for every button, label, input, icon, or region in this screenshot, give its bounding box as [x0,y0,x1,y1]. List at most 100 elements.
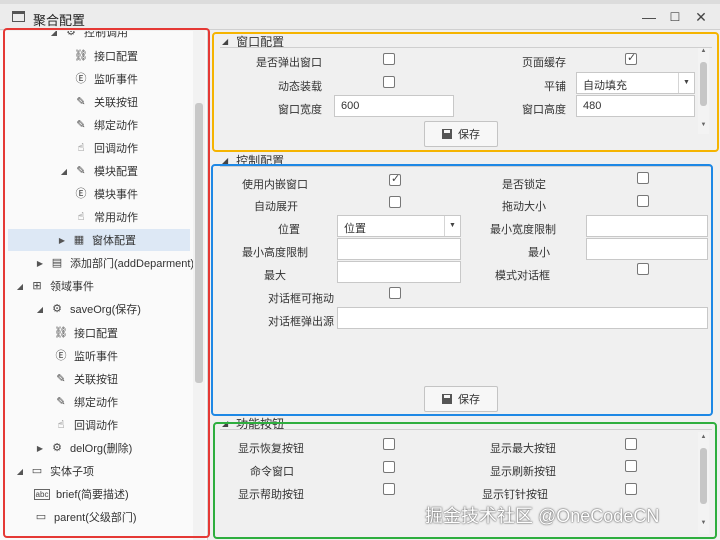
position-select[interactable]: 位置 ▼ [337,215,461,237]
tree-item[interactable]: ▭ parent(父级部门) [34,506,137,528]
tree-item[interactable]: Ⓔ 模块事件 [74,183,139,205]
tree-item[interactable]: ▶ ▤ 添加部门(addDeparment) [34,252,194,274]
popup-checkbox[interactable] [383,53,395,65]
tree-item[interactable]: ⛓ 接口配置 [74,45,138,67]
expand-arrow-icon[interactable]: ▶ [56,236,68,245]
tree-item[interactable]: ◢ ▭ 实体子项 [14,460,94,482]
divider [220,47,712,48]
collapse-arrow-icon[interactable]: ◢ [14,467,26,476]
scroll-down-icon[interactable]: ▼ [698,122,709,128]
save-icon [442,129,452,139]
min-input[interactable] [586,238,708,260]
dynamic-checkbox[interactable] [383,76,395,88]
domain-icon: ⊞ [32,280,42,292]
minimize-icon[interactable]: — [640,8,658,26]
flow-icon: ⚙ [52,442,62,454]
maximize-icon[interactable]: ☐ [666,8,684,26]
scrollbar-thumb[interactable] [700,448,707,504]
window-config-scrollbar[interactable]: ▲ ▼ [698,48,709,134]
tree-item[interactable]: ☝ 常用动作 [74,206,138,228]
tree-item[interactable]: Ⓔ 监听事件 [74,68,139,90]
embedded-checkbox[interactable] [389,172,401,186]
scroll-up-icon[interactable]: ▲ [698,434,709,440]
tree-item[interactable]: ✎ 绑定动作 [74,114,138,136]
expand-arrow-icon[interactable]: ▶ [34,444,46,453]
autoexpand-checkbox[interactable] [389,196,401,208]
close-icon[interactable]: ✕ [692,8,710,26]
tile-select[interactable]: 自动填充 ▼ [576,72,695,94]
height-input[interactable]: 480 [576,95,695,117]
module-icon: ✎ [76,165,86,177]
refresh-checkbox[interactable] [625,460,637,472]
link-icon: ⛓ [54,327,68,339]
collapse-arrow-icon[interactable]: ◢ [222,37,228,46]
expand-arrow-icon[interactable]: ▶ [34,259,46,268]
control-save-button[interactable]: 保存 [424,386,498,412]
position-label: 位置 [278,224,300,236]
dragsize-checkbox[interactable] [637,195,649,207]
locked-checkbox[interactable] [637,172,649,184]
title-bar: 聚合配置 — ☐ ✕ [0,4,720,30]
command-checkbox[interactable] [383,461,395,473]
divider [220,166,712,167]
maximize-label: 显示最大按钮 [490,443,556,455]
command-label: 命令窗口 [250,466,294,478]
width-input[interactable]: 600 [334,95,454,117]
cache-checkbox[interactable] [625,51,637,65]
divider [220,429,712,430]
draggable-label: 对话框可拖动 [268,293,334,305]
scroll-up-icon[interactable]: ▲ [698,48,709,54]
source-input[interactable] [337,307,708,329]
modal-checkbox[interactable] [637,263,649,275]
collapse-arrow-icon[interactable]: ◢ [34,305,46,314]
abc-icon: abc [34,488,50,500]
popup-label: 是否弹出窗口 [256,57,322,69]
minheight-input[interactable] [337,238,461,260]
embedded-label: 使用内嵌窗口 [242,179,308,191]
restore-checkbox[interactable] [383,438,395,450]
help-checkbox[interactable] [383,483,395,495]
pin-label: 显示钉针按钮 [482,489,548,501]
pin-checkbox[interactable] [625,483,637,495]
tree-item[interactable]: ✎ 关联按钮 [74,91,138,113]
source-label: 对话框弹出源 [268,316,334,328]
dropdown-arrow-icon[interactable]: ▼ [444,216,460,236]
scroll-down-icon[interactable]: ▼ [698,520,709,526]
tree-item[interactable]: ◢ ⊞ 领域事件 [14,275,94,297]
collapse-arrow-icon[interactable]: ◢ [222,156,228,165]
tree-item[interactable]: ◢ ⚙ 控制调用 [48,31,128,43]
draggable-checkbox[interactable] [389,287,401,299]
tree-scrollbar[interactable] [193,31,205,540]
function-buttons-scrollbar[interactable]: ▲ ▼ [698,432,709,534]
dropdown-arrow-icon[interactable]: ▼ [678,73,694,93]
link-icon: ⛓ [74,50,88,62]
tree-item[interactable]: Ⓔ 监听事件 [54,345,119,367]
edit-icon: ✎ [56,373,66,385]
tree-item[interactable]: ✎ 关联按钮 [54,368,118,390]
tree-scrollbar-thumb[interactable] [195,103,203,383]
collapse-arrow-icon[interactable]: ◢ [14,282,26,291]
minwidth-input[interactable] [586,215,708,237]
tree-item[interactable]: ▶ ⚙ delOrg(删除) [34,437,132,459]
tile-label: 平铺 [544,81,566,93]
width-label: 窗口宽度 [278,104,322,116]
collapse-arrow-icon[interactable]: ◢ [58,167,70,176]
tree-item[interactable]: ◢ ✎ 模块配置 [58,160,138,182]
collapse-arrow-icon[interactable]: ◢ [222,419,228,428]
event-icon: Ⓔ [75,188,87,200]
flow-icon: ⚙ [52,303,62,315]
tree-item[interactable]: ☝ 回调动作 [74,137,138,159]
tree-item-selected[interactable]: ▶ ▦ 窗体配置 [8,229,190,251]
tree-item[interactable]: abc brief(简要描述) [34,483,129,505]
field-icon: ▭ [35,511,47,523]
tree-item[interactable]: ◢ ⚙ saveOrg(保存) [34,298,141,320]
maximize-checkbox[interactable] [625,438,637,450]
edit-icon: ✎ [76,119,86,131]
tree-item[interactable]: ☝ 回调动作 [54,414,118,436]
window-save-button[interactable]: 保存 [424,121,498,147]
tree-item[interactable]: ⛓ 接口配置 [54,322,118,344]
max-input[interactable] [337,261,461,283]
collapse-arrow-icon[interactable]: ◢ [48,31,60,37]
tree-item[interactable]: ✎ 绑定动作 [54,391,118,413]
scrollbar-thumb[interactable] [700,62,707,106]
